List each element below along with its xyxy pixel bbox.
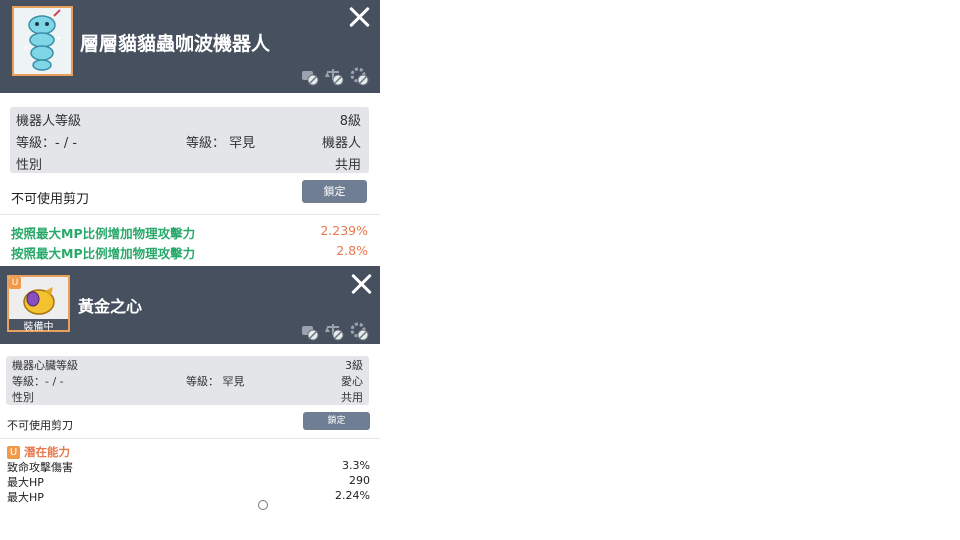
potential-label: 最大HP	[7, 491, 44, 504]
stat-grade-rarity: 等級： 罕見	[186, 136, 256, 151]
option-label: 按照最大MP比例增加物理攻擊力	[11, 226, 196, 241]
stat-value: 共用	[341, 391, 363, 404]
close-button[interactable]	[346, 4, 372, 30]
potential-label: 致命攻擊傷害	[7, 461, 73, 474]
potential-header: U 潛在能力	[7, 444, 70, 460]
stat-row-gender: 性別 共用	[6, 389, 369, 405]
item-tooltip-heart: U 裝備中 黃金之心 機器心臟等級 3級 等級：- / - 愛心 等級： 罕見 …	[0, 266, 380, 506]
scale-lock-icon	[325, 67, 344, 86]
stat-label: 等級：- / -	[12, 375, 64, 388]
equipped-label: 裝備中	[23, 322, 54, 333]
lock-button[interactable]: 鎖定	[302, 180, 367, 203]
option-label: 按照最大MP比例增加物理攻擊力	[11, 246, 196, 261]
stat-label: 機器心臟等級	[12, 359, 78, 372]
item-stats-box: 機器心臟等級 3級 等級：- / - 愛心 等級： 罕見 性別 共用	[6, 356, 369, 405]
option-value: 2.239%	[320, 223, 368, 238]
tooltip-body: 機器人等級 8級 等級：- / - 機器人 等級： 罕見 性別 共用 不可使用剪…	[0, 93, 380, 266]
stat-label: 性別	[16, 158, 43, 173]
item-title: 層層貓貓蟲咖波機器人	[80, 33, 271, 55]
transfer-lock-icon	[300, 322, 319, 341]
potential-label: 最大HP	[7, 476, 44, 489]
transfer-lock-icon	[300, 67, 319, 86]
stat-row-level: 機器心臟等級 3級	[6, 357, 369, 373]
stat-label: 等級：- / -	[16, 136, 78, 151]
divider	[0, 214, 380, 215]
item-status-icons	[300, 67, 369, 86]
stat-grade-rarity: 等級： 罕見	[186, 375, 245, 388]
scale-lock-icon	[325, 322, 344, 341]
potential-title: 潛在能力	[24, 445, 70, 459]
potential-line: 最大HP 290	[7, 474, 370, 490]
rarity-badge: U	[9, 277, 21, 289]
mouse-cursor	[258, 500, 268, 510]
potential-value: 3.3%	[342, 459, 370, 472]
potential-line: 最大HP 2.24%	[7, 489, 370, 505]
item-tooltip-robot: 層層貓貓蟲咖波機器人 機器人等級 8級 等級：- / - 機器人 等級： 罕見 …	[0, 0, 380, 266]
option-line: 按照最大MP比例增加物理攻擊力 2.8%	[11, 243, 368, 262]
stat-value: 共用	[334, 158, 361, 173]
gear-lock-icon	[350, 322, 369, 341]
potential-value: 290	[349, 474, 370, 487]
stat-row-gender: 性別 共用	[10, 154, 369, 173]
item-icon-robot	[12, 6, 73, 76]
gear-lock-icon	[350, 67, 369, 86]
stat-label: 性別	[12, 391, 34, 404]
tooltip-header: U 裝備中 黃金之心	[0, 266, 380, 344]
scissors-notice: 不可使用剪刀	[11, 192, 90, 207]
item-stats-box: 機器人等級 8級 等級：- / - 機器人 等級： 罕見 性別 共用	[10, 107, 369, 173]
scissors-notice: 不可使用剪刀	[7, 419, 73, 432]
rarity-badge: U	[7, 446, 20, 459]
stat-label: 機器人等級	[16, 114, 82, 129]
stat-value: 機器人	[321, 136, 361, 151]
lock-button[interactable]: 鎖定	[303, 412, 370, 430]
tooltip-header: 層層貓貓蟲咖波機器人	[0, 0, 380, 93]
option-value: 2.8%	[336, 243, 368, 258]
potential-value: 2.24%	[335, 489, 370, 502]
stat-value: 8級	[339, 114, 361, 129]
stat-value: 3級	[345, 359, 363, 372]
potential-line: 致命攻擊傷害 3.3%	[7, 459, 370, 475]
item-status-icons	[300, 322, 369, 341]
item-title: 黃金之心	[78, 297, 143, 316]
option-line: 按照最大MP比例增加物理攻擊力 2.239%	[11, 223, 368, 242]
stat-row-level: 機器人等級 8級	[10, 110, 369, 129]
divider	[0, 438, 380, 439]
close-button[interactable]	[348, 271, 372, 295]
tooltip-body: 機器心臟等級 3級 等級：- / - 愛心 等級： 罕見 性別 共用 不可使用剪…	[0, 344, 380, 506]
stat-value: 愛心	[341, 375, 363, 388]
